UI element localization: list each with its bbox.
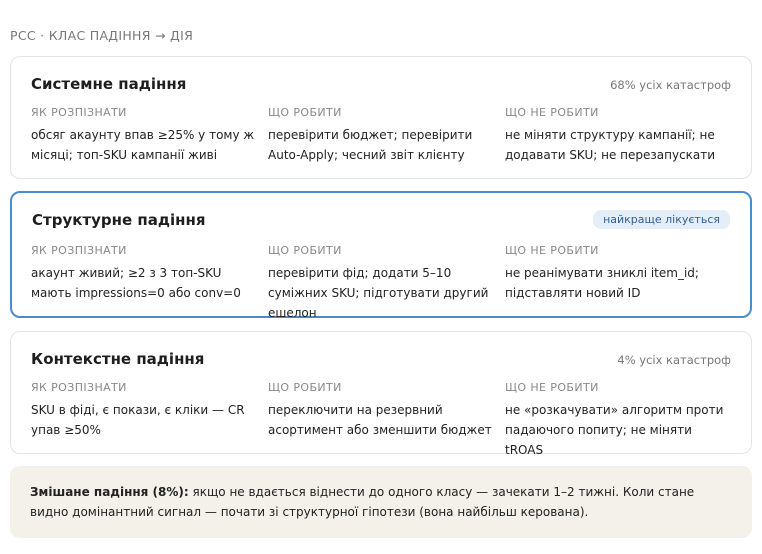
card-share-meta: 68% усіх катастроф xyxy=(610,78,731,92)
column-label: ЩО НЕ РОБИТИ xyxy=(505,381,599,394)
column-label: ЩО РОБИТИ xyxy=(268,381,342,394)
column-text: не «розкачувати» алгоритм проти падаючог… xyxy=(505,403,724,457)
column-label: ЩО РОБИТИ xyxy=(268,244,342,257)
column-dont: ЩО НЕ РОБИТИ не реанімувати зниклі item_… xyxy=(505,244,733,303)
column-text: не міняти структуру кампанії; не додават… xyxy=(505,128,716,162)
column-recognize: ЯК РОЗПІЗНАТИ обсяг акаунту впав ≥25% у … xyxy=(31,106,259,165)
column-label: ЯК РОЗПІЗНАТИ xyxy=(31,106,127,119)
card-title: Системне падіння xyxy=(31,75,187,93)
column-do: ЩО РОБИТИ перевірити бюджет; перевірити … xyxy=(268,106,496,165)
section-eyebrow: РСС · КЛАС ПАДІННЯ → ДІЯ xyxy=(10,28,194,43)
column-recognize: ЯК РОЗПІЗНАТИ акаунт живий; ≥2 з 3 топ-S… xyxy=(31,244,259,303)
column-dont: ЩО НЕ РОБИТИ не «розкачувати» алгоритм п… xyxy=(505,381,733,460)
column-text: переключити на резервний асортимент або … xyxy=(268,403,492,437)
card-structural-drop: Структурне падіння найкраще лікується ЯК… xyxy=(10,191,752,320)
column-recognize: ЯК РОЗПІЗНАТИ SKU в фіді, є покази, є кл… xyxy=(31,381,259,440)
note-lead: Змішане падіння (8%): xyxy=(30,485,189,499)
column-label: ЩО НЕ РОБИТИ xyxy=(505,106,599,119)
card-title: Структурне падіння xyxy=(32,211,206,229)
column-text: перевірити бюджет; перевірити Auto-Apply… xyxy=(268,128,473,162)
column-do: ЩО РОБИТИ перевірити фід; додати 5–10 су… xyxy=(268,244,496,323)
mixed-drop-note: Змішане падіння (8%): якщо не вдається в… xyxy=(10,466,752,538)
column-text: не реанімувати зниклі item_id; підставля… xyxy=(505,266,699,300)
column-label: ЩО НЕ РОБИТИ xyxy=(505,244,599,257)
column-label: ЯК РОЗПІЗНАТИ xyxy=(31,381,127,394)
column-text: акаунт живий; ≥2 з 3 топ-SKU мають impre… xyxy=(31,266,241,300)
card-systemic-drop: Системне падіння 68% усіх катастроф ЯК Р… xyxy=(10,56,752,179)
card-share-meta: 4% усіх катастроф xyxy=(617,353,731,367)
card-title: Контекстне падіння xyxy=(31,350,205,368)
card-contextual-drop: Контекстне падіння 4% усіх катастроф ЯК … xyxy=(10,331,752,457)
column-text: SKU в фіді, є покази, є кліки — CR упав … xyxy=(31,403,245,437)
column-label: ЯК РОЗПІЗНАТИ xyxy=(31,244,127,257)
column-text: обсяг акаунту впав ≥25% у тому ж місяці;… xyxy=(31,128,255,162)
column-text: перевірити фід; додати 5–10 суміжних SKU… xyxy=(268,266,489,320)
column-dont: ЩО НЕ РОБИТИ не міняти структуру кампані… xyxy=(505,106,733,165)
best-treatable-badge: найкраще лікується xyxy=(593,210,730,229)
column-do: ЩО РОБИТИ переключити на резервний асорт… xyxy=(268,381,496,440)
column-label: ЩО РОБИТИ xyxy=(268,106,342,119)
